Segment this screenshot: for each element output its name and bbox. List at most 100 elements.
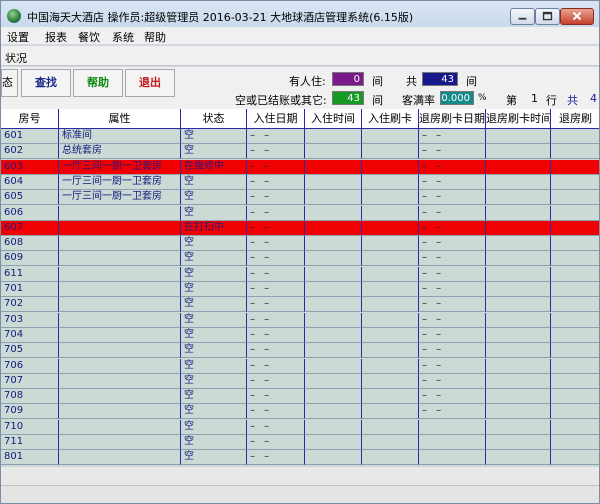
- total-label: 共: [406, 75, 417, 88]
- table-row[interactable]: 707 空 – – – –: [1, 373, 599, 389]
- cell-checkout-card-date: – –: [419, 129, 486, 144]
- cell-checkout-card-time: [486, 144, 551, 160]
- column-header-checkin-card[interactable]: 入住刷卡: [362, 109, 419, 129]
- table-row[interactable]: 702 空 – – – –: [1, 297, 599, 313]
- cell-checkin-card: [362, 450, 419, 466]
- cell-room-no: 611: [1, 266, 59, 282]
- empty-value-dash: – –: [422, 390, 445, 402]
- menu-dining[interactable]: 餐饮: [78, 29, 100, 45]
- empty-value-dash: – –: [422, 252, 445, 264]
- column-header-room-no[interactable]: 房号: [1, 109, 59, 129]
- table-row[interactable]: 604 一厅三间一厨一卫套房空 – – – –: [1, 174, 599, 190]
- close-button[interactable]: [560, 8, 594, 25]
- cell-checkout-card-time: [486, 282, 551, 297]
- cell-checkout-card-time: [486, 174, 551, 190]
- cell-checkout-card: [551, 220, 599, 236]
- cell-room-type: [59, 358, 181, 374]
- column-header-checkin-time[interactable]: 入住时间: [305, 109, 362, 129]
- table-row[interactable]: 605 一厅三间一厨一卫套房空 – – – –: [1, 190, 599, 206]
- column-header-checkout-card-date[interactable]: 退房刷卡日期: [419, 109, 486, 129]
- room-status-table[interactable]: 房号 属性 状态 入住日期 入住时间 入住刷卡 退房刷卡日期 退房刷卡时间 退房刷 601 标准间空…: [1, 109, 599, 467]
- table-row[interactable]: 703 空 – – – –: [1, 312, 599, 328]
- cell-checkout-card: [551, 282, 599, 297]
- table-row[interactable]: 701 空 – – – –: [1, 282, 599, 297]
- table-row[interactable]: 607 在打扫中 – – – –: [1, 220, 599, 236]
- table-row[interactable]: 611 空 – – – –: [1, 266, 599, 282]
- menu-settings[interactable]: 设置: [7, 29, 29, 45]
- column-header-checkout-card-time[interactable]: 退房刷卡时间: [486, 109, 551, 129]
- cell-checkin-time: [305, 435, 362, 450]
- minimize-button[interactable]: [510, 8, 535, 25]
- table-row[interactable]: 711 空 – –: [1, 435, 599, 450]
- column-header-checkout-card[interactable]: 退房刷: [551, 109, 599, 129]
- cell-checkout-card-date: – –: [419, 404, 486, 420]
- table-row[interactable]: 602 总统套房空 – – – –: [1, 144, 599, 160]
- table-row[interactable]: 709 空 – – – –: [1, 404, 599, 420]
- table-row[interactable]: 710 空 – –: [1, 419, 599, 435]
- cell-checkout-card-time: [486, 266, 551, 282]
- cell-checkin-time: [305, 343, 362, 359]
- page-total-tail: 4: [590, 92, 597, 105]
- cell-checkout-card: [551, 450, 599, 466]
- table-row[interactable]: 705 空 – – – –: [1, 343, 599, 359]
- status-button-partial[interactable]: 态: [1, 69, 18, 97]
- cell-checkout-card: [551, 236, 599, 252]
- cell-checkout-card: [551, 404, 599, 420]
- page-total-label: 共: [567, 94, 578, 107]
- cell-checkout-card-date: – –: [419, 236, 486, 252]
- table-row[interactable]: 704 空 – – – –: [1, 327, 599, 343]
- cell-checkin-date: – –: [247, 389, 305, 405]
- cell-room-no: 602: [1, 144, 59, 160]
- table-row[interactable]: 608 空 – – – –: [1, 236, 599, 252]
- cell-checkout-card: [551, 129, 599, 144]
- menu-help[interactable]: 帮助: [144, 29, 166, 45]
- page-unit: 行: [546, 94, 557, 107]
- cell-checkin-date: – –: [247, 129, 305, 144]
- help-button[interactable]: 帮助: [73, 69, 123, 97]
- empty-unit: 间: [372, 94, 383, 107]
- table-row[interactable]: 606 空 – – – –: [1, 205, 599, 221]
- cell-checkout-card-date: – –: [419, 373, 486, 389]
- empty-value-dash: – –: [250, 390, 273, 402]
- empty-value-dash: – –: [422, 267, 445, 279]
- cell-checkout-card: [551, 297, 599, 313]
- table-row[interactable]: 801 空 – –: [1, 450, 599, 466]
- table-row[interactable]: 706 空 – – – –: [1, 358, 599, 374]
- column-header-room-type[interactable]: 属性: [59, 109, 181, 129]
- cell-checkout-card-time: [486, 312, 551, 328]
- menu-reports[interactable]: 报表: [45, 29, 67, 45]
- cell-checkin-card: [362, 389, 419, 405]
- cell-status: 空: [181, 358, 247, 374]
- table-row[interactable]: 609 空 – – – –: [1, 251, 599, 267]
- table-row[interactable]: 601 标准间空 – – – –: [1, 129, 599, 144]
- cell-checkin-card: [362, 297, 419, 313]
- menu-system[interactable]: 系统: [112, 29, 134, 45]
- empty-value-dash: – –: [250, 206, 273, 218]
- cell-checkin-date: – –: [247, 404, 305, 420]
- status-bar: [1, 485, 599, 503]
- cell-checkout-card: [551, 313, 599, 328]
- occupancy-rate-unit: %: [478, 93, 487, 103]
- empty-value-dash: – –: [250, 191, 273, 203]
- cell-checkin-card: [362, 282, 419, 297]
- exit-button[interactable]: 退出: [125, 69, 175, 97]
- table-row[interactable]: 603 一厅三间一厨一卫套房 在维修中 – – – –: [1, 159, 599, 175]
- cell-checkout-card-date: – –: [419, 297, 486, 313]
- column-header-status[interactable]: 状态: [181, 109, 247, 129]
- cell-room-no: 706: [1, 358, 59, 374]
- occupied-unit: 间: [372, 75, 383, 88]
- search-button[interactable]: 查找: [21, 69, 71, 97]
- maximize-button[interactable]: [535, 8, 560, 25]
- empty-value-dash: – –: [250, 267, 273, 279]
- cell-checkin-date: – –: [247, 343, 305, 359]
- cell-checkin-time: [305, 358, 362, 374]
- empty-value-dash: – –: [250, 420, 273, 432]
- empty-value-dash: – –: [250, 237, 273, 249]
- empty-value-dash: – –: [250, 328, 273, 340]
- occupancy-rate-label: 客满率: [402, 94, 435, 107]
- cell-room-type: [59, 220, 181, 236]
- cell-room-no: 605: [1, 190, 59, 206]
- table-row[interactable]: 708 空 – – – –: [1, 389, 599, 405]
- cell-checkout-card-time: [486, 389, 551, 405]
- column-header-checkin-date[interactable]: 入住日期: [247, 109, 305, 129]
